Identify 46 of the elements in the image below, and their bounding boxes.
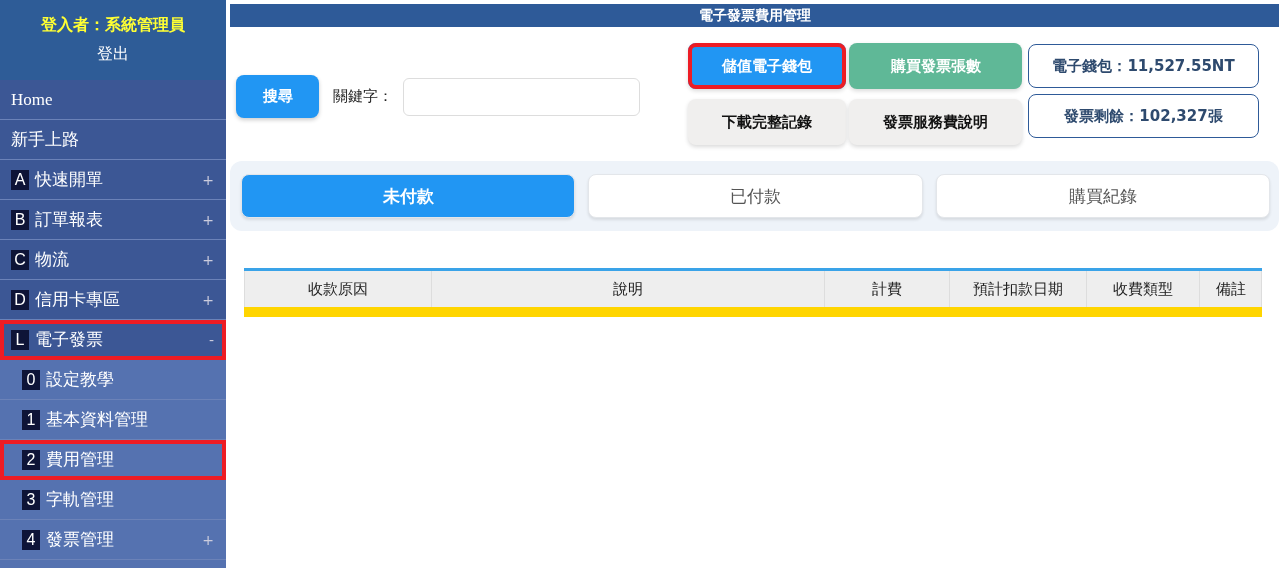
keyword-field[interactable] (403, 77, 640, 116)
expander-icon[interactable]: + (202, 291, 214, 308)
item-label: 基本資料管理 (46, 409, 148, 431)
expander-icon[interactable]: - (208, 331, 214, 348)
expander-icon[interactable]: + (202, 251, 214, 268)
key-badge: A (11, 169, 29, 190)
item-label: 發票管理 (46, 529, 114, 551)
item-label: 新手上路 (11, 129, 79, 151)
keyword-label: 關鍵字： (333, 87, 393, 106)
logout-link[interactable]: 登出 (97, 44, 129, 65)
page-title: 電子發票費用管理 (230, 4, 1279, 27)
sidebar-item[interactable]: B 訂單報表 + (0, 200, 226, 240)
sidebar-item[interactable]: A 快速開單 + (0, 160, 226, 200)
key-badge: C (11, 249, 29, 270)
item-label: Home (11, 89, 53, 110)
info-box: 發票剩餘：102,327張 (1028, 94, 1259, 138)
key-badge: 0 (22, 369, 40, 390)
key-badge: B (11, 209, 29, 230)
expander-icon[interactable]: + (202, 171, 214, 188)
tab[interactable]: 已付款 (588, 174, 923, 218)
item-label: 設定教學 (46, 369, 114, 391)
key-badge: 1 (22, 409, 40, 430)
sidebar-item[interactable]: C 物流 + (0, 240, 226, 280)
sidebar-item[interactable]: Home (0, 80, 226, 120)
sidebar-item[interactable]: L 電子發票 - (0, 320, 226, 360)
key-badge: L (11, 329, 29, 350)
action-button[interactable]: 發票服務費說明 (849, 99, 1022, 145)
info-box: 電子錢包：11,527.55NT (1028, 44, 1259, 88)
item-label: 費用管理 (46, 449, 114, 471)
item-label: 信用卡專區 (35, 289, 120, 311)
sidebar-subitem[interactable]: 2 費用管理 (0, 440, 226, 480)
action-button[interactable]: 下載完整記錄 (688, 99, 846, 145)
item-label: 訂單報表 (35, 209, 103, 231)
item-label: 物流 (35, 249, 69, 271)
key-badge: 4 (22, 529, 40, 550)
key-badge: 3 (22, 489, 40, 510)
item-label: 字軌管理 (46, 489, 114, 511)
key-badge: 2 (22, 449, 40, 470)
user-label: 登入者：系統管理員 (41, 15, 185, 36)
tab[interactable]: 購買紀錄 (935, 174, 1270, 218)
sidebar-item[interactable]: 新手上路 (0, 120, 226, 160)
item-label: 快速開單 (35, 169, 103, 191)
sidebar-item[interactable]: D 信用卡專區 + (0, 280, 226, 320)
key-badge: D (11, 289, 29, 310)
expander-icon[interactable]: + (202, 211, 214, 228)
item-label: 電子發票 (35, 329, 103, 351)
